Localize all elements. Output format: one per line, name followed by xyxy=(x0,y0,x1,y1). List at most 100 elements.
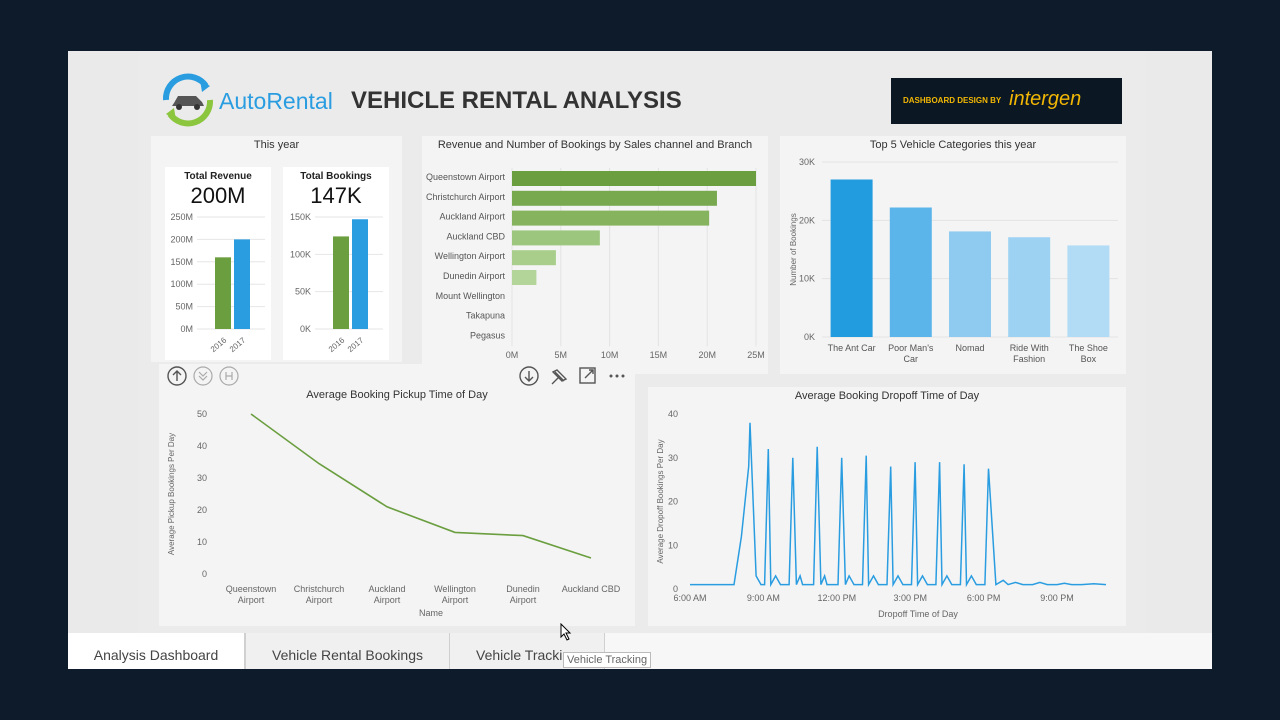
dropoff-title: Average Booking Dropoff Time of Day xyxy=(794,390,980,402)
bookings-value: 147K xyxy=(310,183,362,208)
pin-icon[interactable] xyxy=(551,369,568,385)
bar-queenstown-airport xyxy=(512,171,756,186)
visual-toolbar xyxy=(159,364,635,388)
bar-wellington-airport xyxy=(512,250,556,266)
kpi-panel-title: This year xyxy=(253,139,300,151)
y-tick-label: Wellington Airport xyxy=(435,251,506,261)
mouse-cursor-icon xyxy=(560,622,572,646)
x-tick-label: Airport xyxy=(374,595,401,605)
x-tick-label: Auckland CBD xyxy=(562,584,621,594)
x-tick-label: 5M xyxy=(555,350,568,360)
x-tick-label: 15M xyxy=(650,350,668,360)
y-tick-label: Mount Wellington xyxy=(436,291,505,301)
y-tick-label: 100M xyxy=(170,279,193,289)
bar-2017 xyxy=(352,219,368,329)
bookings-mini-chart: 0K 50K 100K 150K 2016 2017 xyxy=(290,212,383,354)
dropoff-chart: 010203040Average Dropoff Bookings Per Da… xyxy=(656,409,1107,619)
drill-down-icon[interactable] xyxy=(193,366,213,386)
x-tick-label: 10M xyxy=(601,350,619,360)
y-tick-label: Pegasus xyxy=(470,330,506,340)
x-tick-label: Car xyxy=(904,354,919,364)
autorental-logo xyxy=(160,72,216,128)
more-options-icon[interactable] xyxy=(609,374,625,378)
bar-auckland-cbd xyxy=(512,230,600,246)
bar-auckland-airport xyxy=(512,210,710,226)
y-tick-label: 30 xyxy=(668,453,678,463)
pickup-title: Average Booking Pickup Time of Day xyxy=(306,389,488,401)
y-tick-label: 150K xyxy=(290,212,311,222)
y-axis-label: Average Pickup Bookings Per Day xyxy=(167,433,176,555)
y-tick-label: 30K xyxy=(799,157,815,167)
design-badge: DASHBOARD DESIGN BY intergen xyxy=(891,78,1122,124)
x-tick-label: Wellington xyxy=(434,584,476,594)
page-title: VEHICLE RENTAL ANALYSIS xyxy=(351,87,682,114)
x-tick-label: Airport xyxy=(238,595,265,605)
y-tick-label: Christchurch Airport xyxy=(426,192,506,202)
y-tick-label: Queenstown Airport xyxy=(426,172,506,182)
x-tick-label: Airport xyxy=(442,595,469,605)
revenue-mini-chart: 0M 50M 100M 150M 200M 250M 2016 2017 xyxy=(170,212,265,354)
focus-mode-icon[interactable] xyxy=(579,367,596,384)
x-tick-label: 3:00 PM xyxy=(893,593,927,603)
y-tick-label: 0M xyxy=(180,324,193,334)
x-tick-label: The Ant Car xyxy=(828,343,876,353)
top5-title: Top 5 Vehicle Categories this year xyxy=(869,139,1037,151)
channel-branch-title: Revenue and Number of Bookings by Sales … xyxy=(437,139,753,151)
y-tick-label: 40 xyxy=(668,409,678,419)
bar-2016 xyxy=(215,257,231,329)
download-circle-icon[interactable] xyxy=(519,366,539,386)
bar-dunedin-airport xyxy=(512,270,537,285)
x-tick-label: Airport xyxy=(306,595,333,605)
y-tick-label: 20 xyxy=(668,497,678,507)
bar-christchurch-airport xyxy=(512,190,717,206)
dropoff-panel[interactable]: Average Booking Dropoff Time of Day 0 10 2… xyxy=(648,387,1126,626)
bookings-card[interactable]: Total Bookings 147K 0K 50K 100K 150K 2016 201… xyxy=(283,167,389,360)
pickup-panel[interactable]: Average Booking Pickup Time of Day 0 10 20… xyxy=(159,364,635,626)
x-tick-label: 2016 xyxy=(327,335,347,354)
y-tick-label: 200M xyxy=(170,234,193,244)
tab-vehicle-rental-bookings[interactable]: Vehicle Rental Bookings xyxy=(245,633,450,669)
x-axis-label: Name xyxy=(419,608,443,618)
x-tick-label: Dunedin xyxy=(506,584,540,594)
x-tick-label: 2016 xyxy=(209,335,229,354)
x-tick-label: Poor Man's xyxy=(888,343,934,353)
x-tick-label: 6:00 AM xyxy=(673,593,706,603)
y-tick-label: 20K xyxy=(799,215,815,225)
arrow-up-circle-icon[interactable] xyxy=(167,366,187,386)
expand-hierarchy-icon[interactable] xyxy=(219,366,239,386)
bar-2016 xyxy=(333,236,349,329)
y-tick-label: Auckland Airport xyxy=(439,212,505,222)
revenue-value: 200M xyxy=(190,183,246,208)
pickup-series-line xyxy=(250,413,592,559)
dropoff-series-line xyxy=(690,422,1107,588)
y-tick-label: 100K xyxy=(290,249,311,259)
badge-prefix: DASHBOARD DESIGN BY xyxy=(903,96,1002,105)
tab-tooltip: Vehicle Tracking xyxy=(563,652,652,668)
bar-the-shoe-box xyxy=(1067,245,1110,337)
y-tick-label: 50K xyxy=(295,287,311,297)
x-tick-label: Box xyxy=(1081,354,1097,364)
y-tick-label: 20 xyxy=(197,505,207,515)
y-tick-label: 0K xyxy=(300,324,311,334)
x-tick-label: Christchurch xyxy=(294,584,345,594)
bar-2017 xyxy=(234,239,250,329)
tab-analysis-dashboard[interactable]: Analysis Dashboard xyxy=(68,633,245,669)
y-tick-label: Auckland CBD xyxy=(446,231,505,241)
x-tick-label: 0M xyxy=(506,350,519,360)
pickup-chart: 0 10 20 30 40 50 Average Pickup Bookings Per D… xyxy=(167,409,621,618)
y-tick-label: 0 xyxy=(202,569,207,579)
y-tick-label: 150M xyxy=(170,257,193,267)
channel-branch-panel[interactable]: Revenue and Number of Bookings by Sales … xyxy=(422,136,768,374)
x-axis-label: Dropoff Time of Day xyxy=(878,609,958,619)
bar-nomad xyxy=(949,231,991,337)
y-tick-label: 10 xyxy=(668,540,678,550)
x-tick-label: Fashion xyxy=(1013,354,1045,364)
bar-poor-man-s-car xyxy=(889,207,932,337)
revenue-card[interactable]: Total Revenue 200M 0M 50M 100M 150M 200M 250M… xyxy=(165,167,271,360)
y-tick-label: 40 xyxy=(197,441,207,451)
y-tick-label: 50 xyxy=(197,409,207,419)
top5-panel[interactable]: Top 5 Vehicle Categories this year 0K 10K… xyxy=(780,136,1126,374)
x-tick-label: Auckland xyxy=(368,584,405,594)
x-tick-label: 25M xyxy=(747,350,765,360)
bar-the-ant-car xyxy=(830,179,873,337)
